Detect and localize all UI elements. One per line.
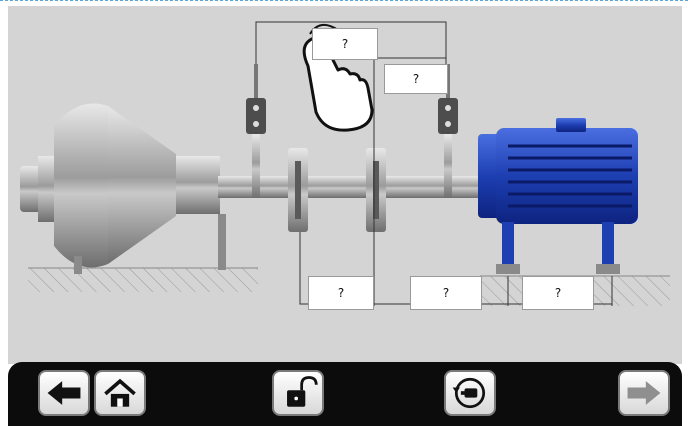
- coupling-right: [366, 148, 386, 232]
- label-bottom-middle[interactable]: ?: [410, 276, 482, 310]
- forward-button[interactable]: [618, 370, 670, 416]
- alignment-screen: ? ? ? ? ?: [0, 0, 688, 426]
- pump: [20, 103, 226, 274]
- unlock-icon: [287, 376, 318, 407]
- label-bottom-right[interactable]: ?: [522, 276, 594, 310]
- home-icon: [104, 378, 136, 407]
- motor: [478, 118, 638, 274]
- back-arrow-icon: [47, 381, 81, 405]
- machine-scene: ? ? ? ? ?: [8, 6, 682, 364]
- label-bottom-left[interactable]: ?: [308, 276, 374, 310]
- back-button[interactable]: [38, 370, 90, 416]
- forward-arrow-icon: [627, 381, 661, 405]
- unlock-button[interactable]: [272, 370, 324, 416]
- home-button[interactable]: [94, 370, 146, 416]
- reset-rotate-icon: [452, 377, 486, 409]
- coupling-left: [288, 148, 308, 232]
- ground-left: [28, 267, 258, 292]
- label-top-middle[interactable]: ?: [384, 64, 448, 94]
- reset-rotate-button[interactable]: [444, 370, 496, 416]
- label-top-upper[interactable]: ?: [312, 28, 378, 60]
- bottom-toolbar: [8, 362, 682, 426]
